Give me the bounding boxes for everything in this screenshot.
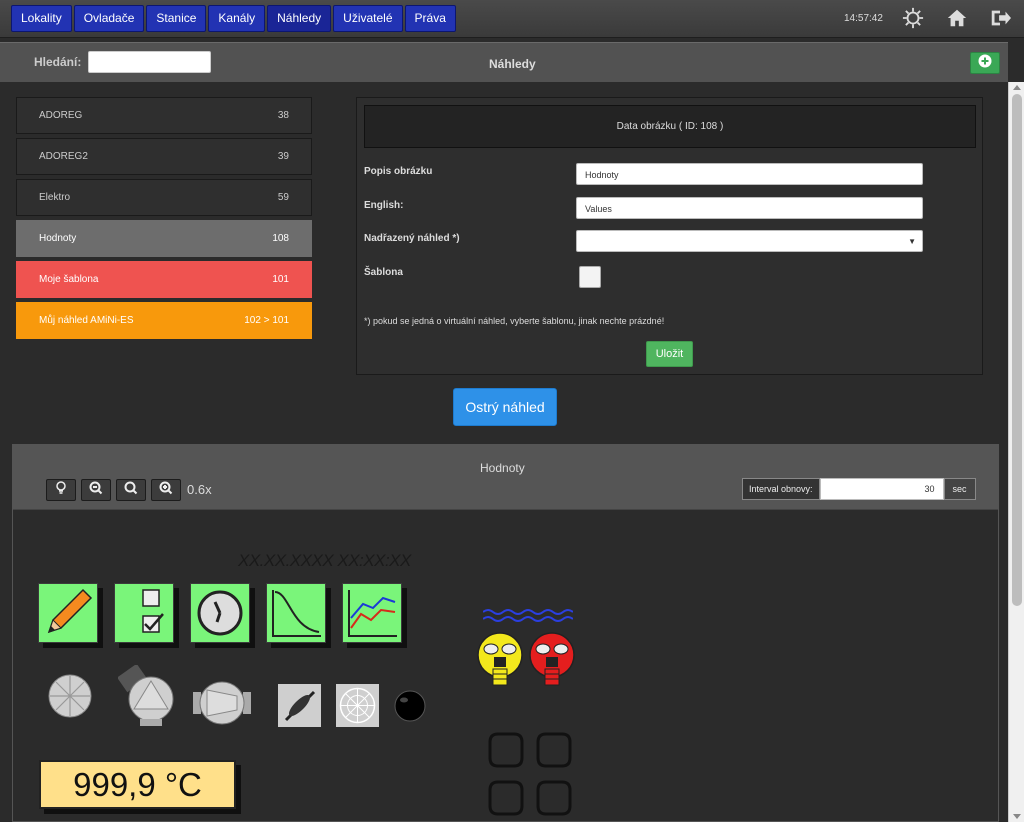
preview-title: Hodnoty bbox=[480, 461, 525, 475]
list-item-name: Moje šablona bbox=[39, 274, 99, 285]
zoom-out-icon bbox=[89, 481, 103, 500]
description-input[interactable]: Hodnoty bbox=[576, 163, 923, 185]
lightbulb-icon bbox=[55, 480, 67, 500]
list-item-name: Elektro bbox=[39, 192, 71, 203]
graph-tile[interactable] bbox=[342, 583, 402, 643]
list-item-id: 101 bbox=[272, 274, 289, 285]
checklist-icon bbox=[115, 589, 173, 646]
zoom-reset-button[interactable] bbox=[116, 479, 146, 501]
gas-mask-red-icon bbox=[528, 631, 576, 694]
refresh-interval: Interval obnovy: 30 sec bbox=[742, 478, 976, 500]
list-item[interactable]: ADOREG 38 bbox=[16, 97, 312, 134]
scroll-up-icon[interactable] bbox=[1013, 85, 1021, 90]
pump-icon[interactable] bbox=[117, 663, 176, 734]
list-item-name: Hodnoty bbox=[39, 233, 77, 244]
decay-curve-icon bbox=[267, 590, 325, 646]
page-header: Hledání: Náhledy bbox=[0, 42, 1008, 82]
list-item-id: 39 bbox=[277, 151, 289, 162]
list-item[interactable]: ADOREG2 39 bbox=[16, 138, 312, 175]
nav-item-nahledy[interactable]: Náhledy bbox=[267, 5, 332, 32]
zoom-in-icon bbox=[159, 481, 173, 500]
temperature-display: 999,9 °C bbox=[39, 760, 236, 809]
list-item-name: ADOREG bbox=[39, 110, 83, 121]
interval-input[interactable]: 30 bbox=[819, 478, 944, 500]
live-preview-button[interactable]: Ostrý náhled bbox=[453, 388, 557, 426]
home-icon[interactable] bbox=[946, 7, 970, 29]
parent-preview-select[interactable]: ▼ bbox=[576, 230, 923, 252]
list-item-id: 108 bbox=[272, 233, 289, 244]
interval-unit: sec bbox=[943, 478, 976, 500]
description-label: Popis obrázku bbox=[364, 166, 433, 177]
zoom-in-button[interactable] bbox=[151, 479, 181, 501]
top-nav-bar: Lokality Ovladače Stanice Kanály Náhledy… bbox=[0, 0, 1024, 38]
form-note: *) pokud se jedná o virtuální náhled, vy… bbox=[364, 316, 665, 326]
list-item-name: ADOREG2 bbox=[39, 151, 88, 162]
english-label: English: bbox=[364, 200, 404, 211]
valve-icon[interactable] bbox=[278, 684, 321, 732]
add-button[interactable] bbox=[970, 52, 1000, 74]
search-label: Hledání: bbox=[34, 55, 82, 69]
vertical-scrollbar[interactable] bbox=[1008, 82, 1024, 822]
compressor-icon[interactable] bbox=[193, 680, 251, 731]
list-item[interactable]: Elektro 59 bbox=[16, 179, 312, 216]
list-item-id: 59 bbox=[277, 192, 289, 203]
clock: 14:57:42 bbox=[844, 13, 883, 24]
nav-item-kanaly[interactable]: Kanály bbox=[208, 5, 266, 32]
clock-icon bbox=[191, 590, 249, 646]
search-input[interactable] bbox=[88, 51, 211, 73]
caret-down-icon: ▼ bbox=[908, 237, 916, 246]
datetime-placeholder: XX.XX.XXXX XX:XX:XX bbox=[238, 551, 411, 570]
scroll-down-icon[interactable] bbox=[1013, 814, 1021, 819]
pencil-icon bbox=[39, 588, 97, 646]
preview-toolbar: Hodnoty 0.6x Interval obnovy: 30 sec bbox=[13, 445, 998, 510]
template-checkbox[interactable] bbox=[579, 266, 601, 288]
fan-icon[interactable] bbox=[47, 673, 93, 724]
list-item-name: Můj náhled AMiNi-ES bbox=[39, 315, 134, 326]
decay-chart-tile[interactable] bbox=[266, 583, 326, 643]
status-light-icon bbox=[394, 690, 426, 727]
edit-tile[interactable] bbox=[38, 583, 98, 643]
nav-item-ovladace[interactable]: Ovladače bbox=[73, 5, 145, 32]
parent-preview-label: Nadřazený náhled *) bbox=[364, 233, 460, 244]
list-item-virtual[interactable]: Můj náhled AMiNi-ES 102 > 101 bbox=[16, 302, 312, 339]
list-item-template[interactable]: Moje šablona 101 bbox=[16, 261, 312, 298]
nav-item-lokality[interactable]: Lokality bbox=[11, 5, 72, 32]
gear-icon[interactable] bbox=[902, 7, 926, 29]
logout-icon[interactable] bbox=[989, 7, 1013, 29]
image-data-panel: Data obrázku ( ID: 108 ) Popis obrázku H… bbox=[356, 97, 983, 375]
zoom-level: 0.6x bbox=[187, 482, 212, 497]
water-waves-icon bbox=[482, 608, 574, 629]
template-label: Šablona bbox=[364, 267, 403, 278]
main-nav: Lokality Ovladače Stanice Kanály Náhledy… bbox=[11, 5, 456, 32]
nav-item-prava[interactable]: Práva bbox=[404, 5, 456, 32]
checklist-tile[interactable] bbox=[114, 583, 174, 643]
panel-header: Data obrázku ( ID: 108 ) bbox=[364, 105, 976, 148]
save-button[interactable]: Uložit bbox=[646, 341, 693, 367]
search-icon bbox=[124, 481, 138, 500]
list-item-selected[interactable]: Hodnoty 108 bbox=[16, 220, 312, 257]
line-graph-icon bbox=[343, 590, 401, 646]
preview-list: ADOREG 38 ADOREG2 39 Elektro 59 Hodnoty … bbox=[16, 97, 312, 343]
page-title: Náhledy bbox=[489, 57, 536, 71]
scrollbar-thumb[interactable] bbox=[1012, 94, 1022, 606]
list-item-id: 38 bbox=[277, 110, 289, 121]
interval-label: Interval obnovy: bbox=[742, 478, 820, 500]
lightbulb-button[interactable] bbox=[46, 479, 76, 501]
list-item-id: 102 > 101 bbox=[244, 315, 289, 326]
clock-tile[interactable] bbox=[190, 583, 250, 643]
nav-item-stanice[interactable]: Stanice bbox=[146, 5, 207, 32]
ventilator-icon[interactable] bbox=[336, 684, 379, 732]
plus-circle-icon bbox=[978, 54, 992, 73]
nav-item-uzivatele[interactable]: Uživatelé bbox=[333, 5, 403, 32]
gas-mask-yellow-icon bbox=[476, 631, 524, 694]
zoom-out-button[interactable] bbox=[81, 479, 111, 501]
english-input[interactable]: Values bbox=[576, 197, 923, 219]
cross-frame-icon bbox=[488, 732, 572, 821]
